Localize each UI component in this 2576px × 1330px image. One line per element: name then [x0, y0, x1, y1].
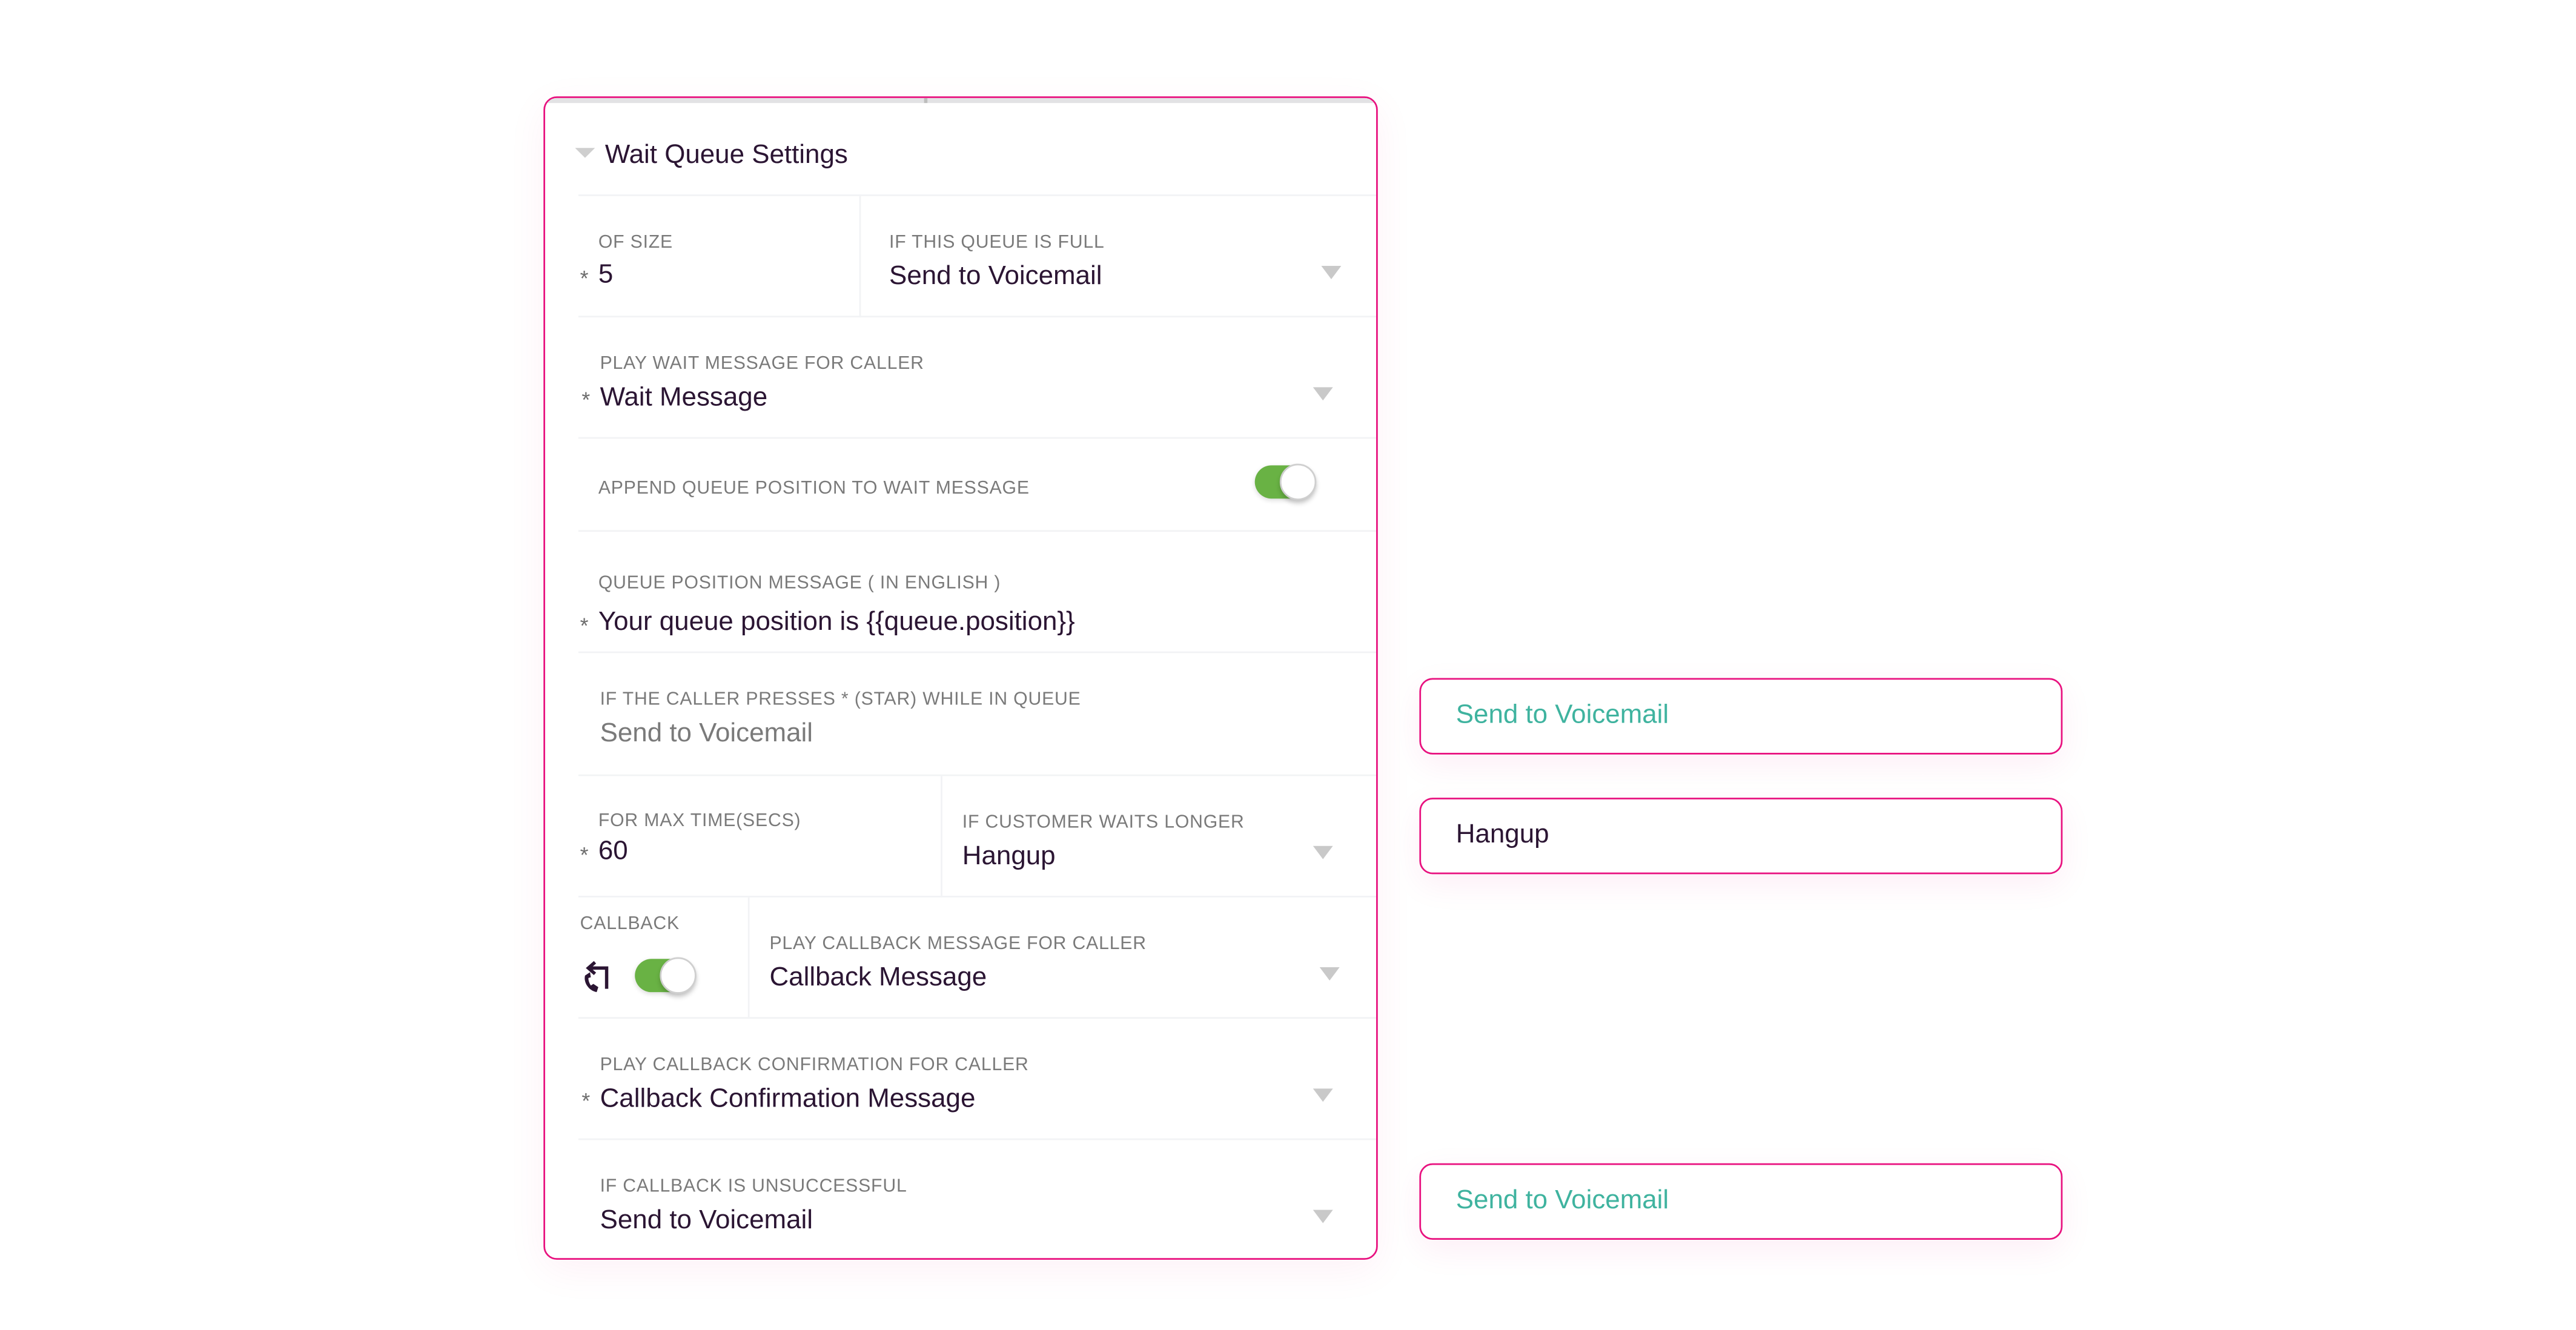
- if-queue-full-select[interactable]: IF THIS QUEUE IS FULL Send to Voicemail: [859, 196, 1376, 318]
- output-node-star-press[interactable]: Send to Voicemail: [1419, 678, 2063, 755]
- waits-longer-value: Hangup: [962, 842, 1056, 871]
- waits-longer-label: IF CUSTOMER WAITS LONGER: [962, 812, 1245, 833]
- callback-confirmation-select[interactable]: PLAY CALLBACK CONFIRMATION FOR CALLER * …: [578, 1017, 1377, 1140]
- dropdown-arrow-icon[interactable]: [1313, 845, 1333, 859]
- queue-position-message-field[interactable]: QUEUE POSITION MESSAGE ( IN ENGLISH ) * …: [578, 530, 1377, 653]
- callback-message-value: Callback Message: [769, 964, 987, 993]
- callback-confirmation-label: PLAY CALLBACK CONFIRMATION FOR CALLER: [600, 1055, 1029, 1076]
- required-marker: *: [581, 387, 591, 412]
- required-marker: *: [580, 842, 589, 868]
- append-position-row: APPEND QUEUE POSITION TO WAIT MESSAGE: [578, 437, 1377, 532]
- wait-message-value: Wait Message: [600, 383, 768, 412]
- row-size-full: OF SIZE * 5 IF THIS QUEUE IS FULL Send t…: [578, 194, 1377, 318]
- max-time-field[interactable]: FOR MAX TIME(SECS) * 60: [578, 776, 942, 897]
- max-time-input[interactable]: 60: [598, 838, 628, 867]
- caret-down-icon[interactable]: [575, 148, 595, 158]
- wait-message-label: PLAY WAIT MESSAGE FOR CALLER: [600, 354, 924, 374]
- toggle-knob: [660, 957, 697, 994]
- toggle-knob: [1279, 463, 1317, 500]
- callback-field: CALLBACK: [578, 898, 750, 1019]
- of-size-input[interactable]: 5: [598, 261, 613, 291]
- output-node-waits-longer[interactable]: Hangup: [1419, 798, 2063, 875]
- if-queue-full-value: Send to Voicemail: [889, 262, 1102, 291]
- callback-phone-icon: [584, 961, 609, 993]
- of-size-label: OF SIZE: [598, 233, 674, 253]
- of-size-field[interactable]: OF SIZE * 5: [578, 196, 861, 317]
- dropdown-arrow-icon[interactable]: [1313, 1088, 1333, 1102]
- waits-longer-select[interactable]: IF CUSTOMER WAITS LONGER Hangup: [941, 776, 1376, 898]
- callback-label: CALLBACK: [580, 914, 680, 935]
- dropdown-arrow-icon[interactable]: [1313, 387, 1333, 401]
- callback-message-select[interactable]: PLAY CALLBACK MESSAGE FOR CALLER Callbac…: [747, 897, 1376, 1019]
- divider-tick: [924, 98, 928, 104]
- required-marker: *: [580, 266, 589, 291]
- callback-unsuccessful-label: IF CALLBACK IS UNSUCCESSFUL: [600, 1176, 907, 1197]
- max-time-label: FOR MAX TIME(SECS): [598, 811, 801, 831]
- dropdown-arrow-icon[interactable]: [1321, 266, 1342, 279]
- section-header[interactable]: Wait Queue Settings: [575, 138, 848, 174]
- wait-message-select[interactable]: PLAY WAIT MESSAGE FOR CALLER * Wait Mess…: [578, 316, 1377, 438]
- callback-toggle[interactable]: [635, 957, 697, 994]
- output-node-label: Send to Voicemail: [1455, 1186, 1669, 1215]
- canvas: Wait Queue Settings OF SIZE * 5 IF THIS …: [0, 0, 2576, 1329]
- row-callback: CALLBACK PLAY CALLBACK MESSAGE FOR CALLE…: [578, 896, 1377, 1019]
- callback-unsuccessful-value: Send to Voicemail: [600, 1206, 813, 1235]
- dropdown-arrow-icon[interactable]: [1313, 1209, 1333, 1223]
- queue-position-message-label: QUEUE POSITION MESSAGE ( IN ENGLISH ): [598, 573, 1001, 594]
- append-position-toggle[interactable]: [1254, 463, 1317, 500]
- required-marker: *: [581, 1088, 591, 1114]
- callback-unsuccessful-select[interactable]: IF CALLBACK IS UNSUCCESSFUL Send to Voic…: [578, 1138, 1377, 1259]
- append-position-label: APPEND QUEUE POSITION TO WAIT MESSAGE: [598, 478, 1030, 499]
- wait-queue-settings-panel: Wait Queue Settings OF SIZE * 5 IF THIS …: [543, 96, 1378, 1260]
- star-press-label: IF THE CALLER PRESSES * (STAR) WHILE IN …: [600, 689, 1081, 710]
- row-max-time: FOR MAX TIME(SECS) * 60 IF CUSTOMER WAIT…: [578, 774, 1377, 898]
- queue-position-message-input[interactable]: Your queue position is {{queue.position}…: [598, 608, 1075, 638]
- if-queue-full-label: IF THIS QUEUE IS FULL: [889, 233, 1105, 253]
- star-press-value: Send to Voicemail: [600, 720, 813, 748]
- callback-message-label: PLAY CALLBACK MESSAGE FOR CALLER: [769, 934, 1147, 954]
- required-marker: *: [580, 613, 589, 638]
- output-node-label: Send to Voicemail: [1455, 701, 1669, 730]
- section-title: Wait Queue Settings: [604, 141, 848, 170]
- output-node-label: Hangup: [1455, 821, 1549, 850]
- dropdown-arrow-icon[interactable]: [1319, 967, 1340, 981]
- star-press-field: IF THE CALLER PRESSES * (STAR) WHILE IN …: [578, 651, 1377, 776]
- output-node-callback-unsuccessful[interactable]: Send to Voicemail: [1419, 1163, 2063, 1240]
- panel-top-divider: [545, 98, 1377, 104]
- callback-confirmation-value: Callback Confirmation Message: [600, 1085, 976, 1114]
